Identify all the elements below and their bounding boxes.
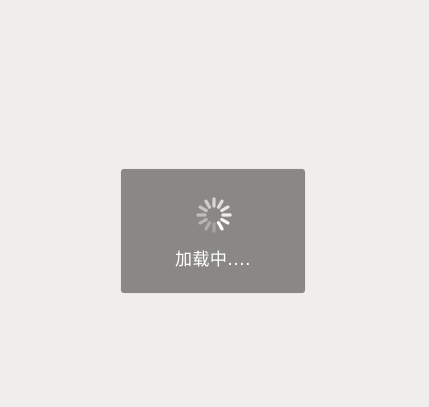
loading-dialog: 加载中....: [121, 169, 305, 293]
spinner-spoke: [204, 199, 212, 209]
spinner-spoke: [198, 217, 208, 225]
spinner-spoke: [220, 205, 230, 213]
loading-text: 加载中....: [174, 250, 252, 270]
loading-spinner-icon: [196, 197, 232, 233]
spinner-spoke: [198, 205, 208, 213]
spinner-spoke: [220, 217, 230, 225]
spinner-spoke: [204, 221, 212, 231]
spinner-spoke: [216, 199, 224, 209]
spinner-spoke: [216, 221, 224, 231]
